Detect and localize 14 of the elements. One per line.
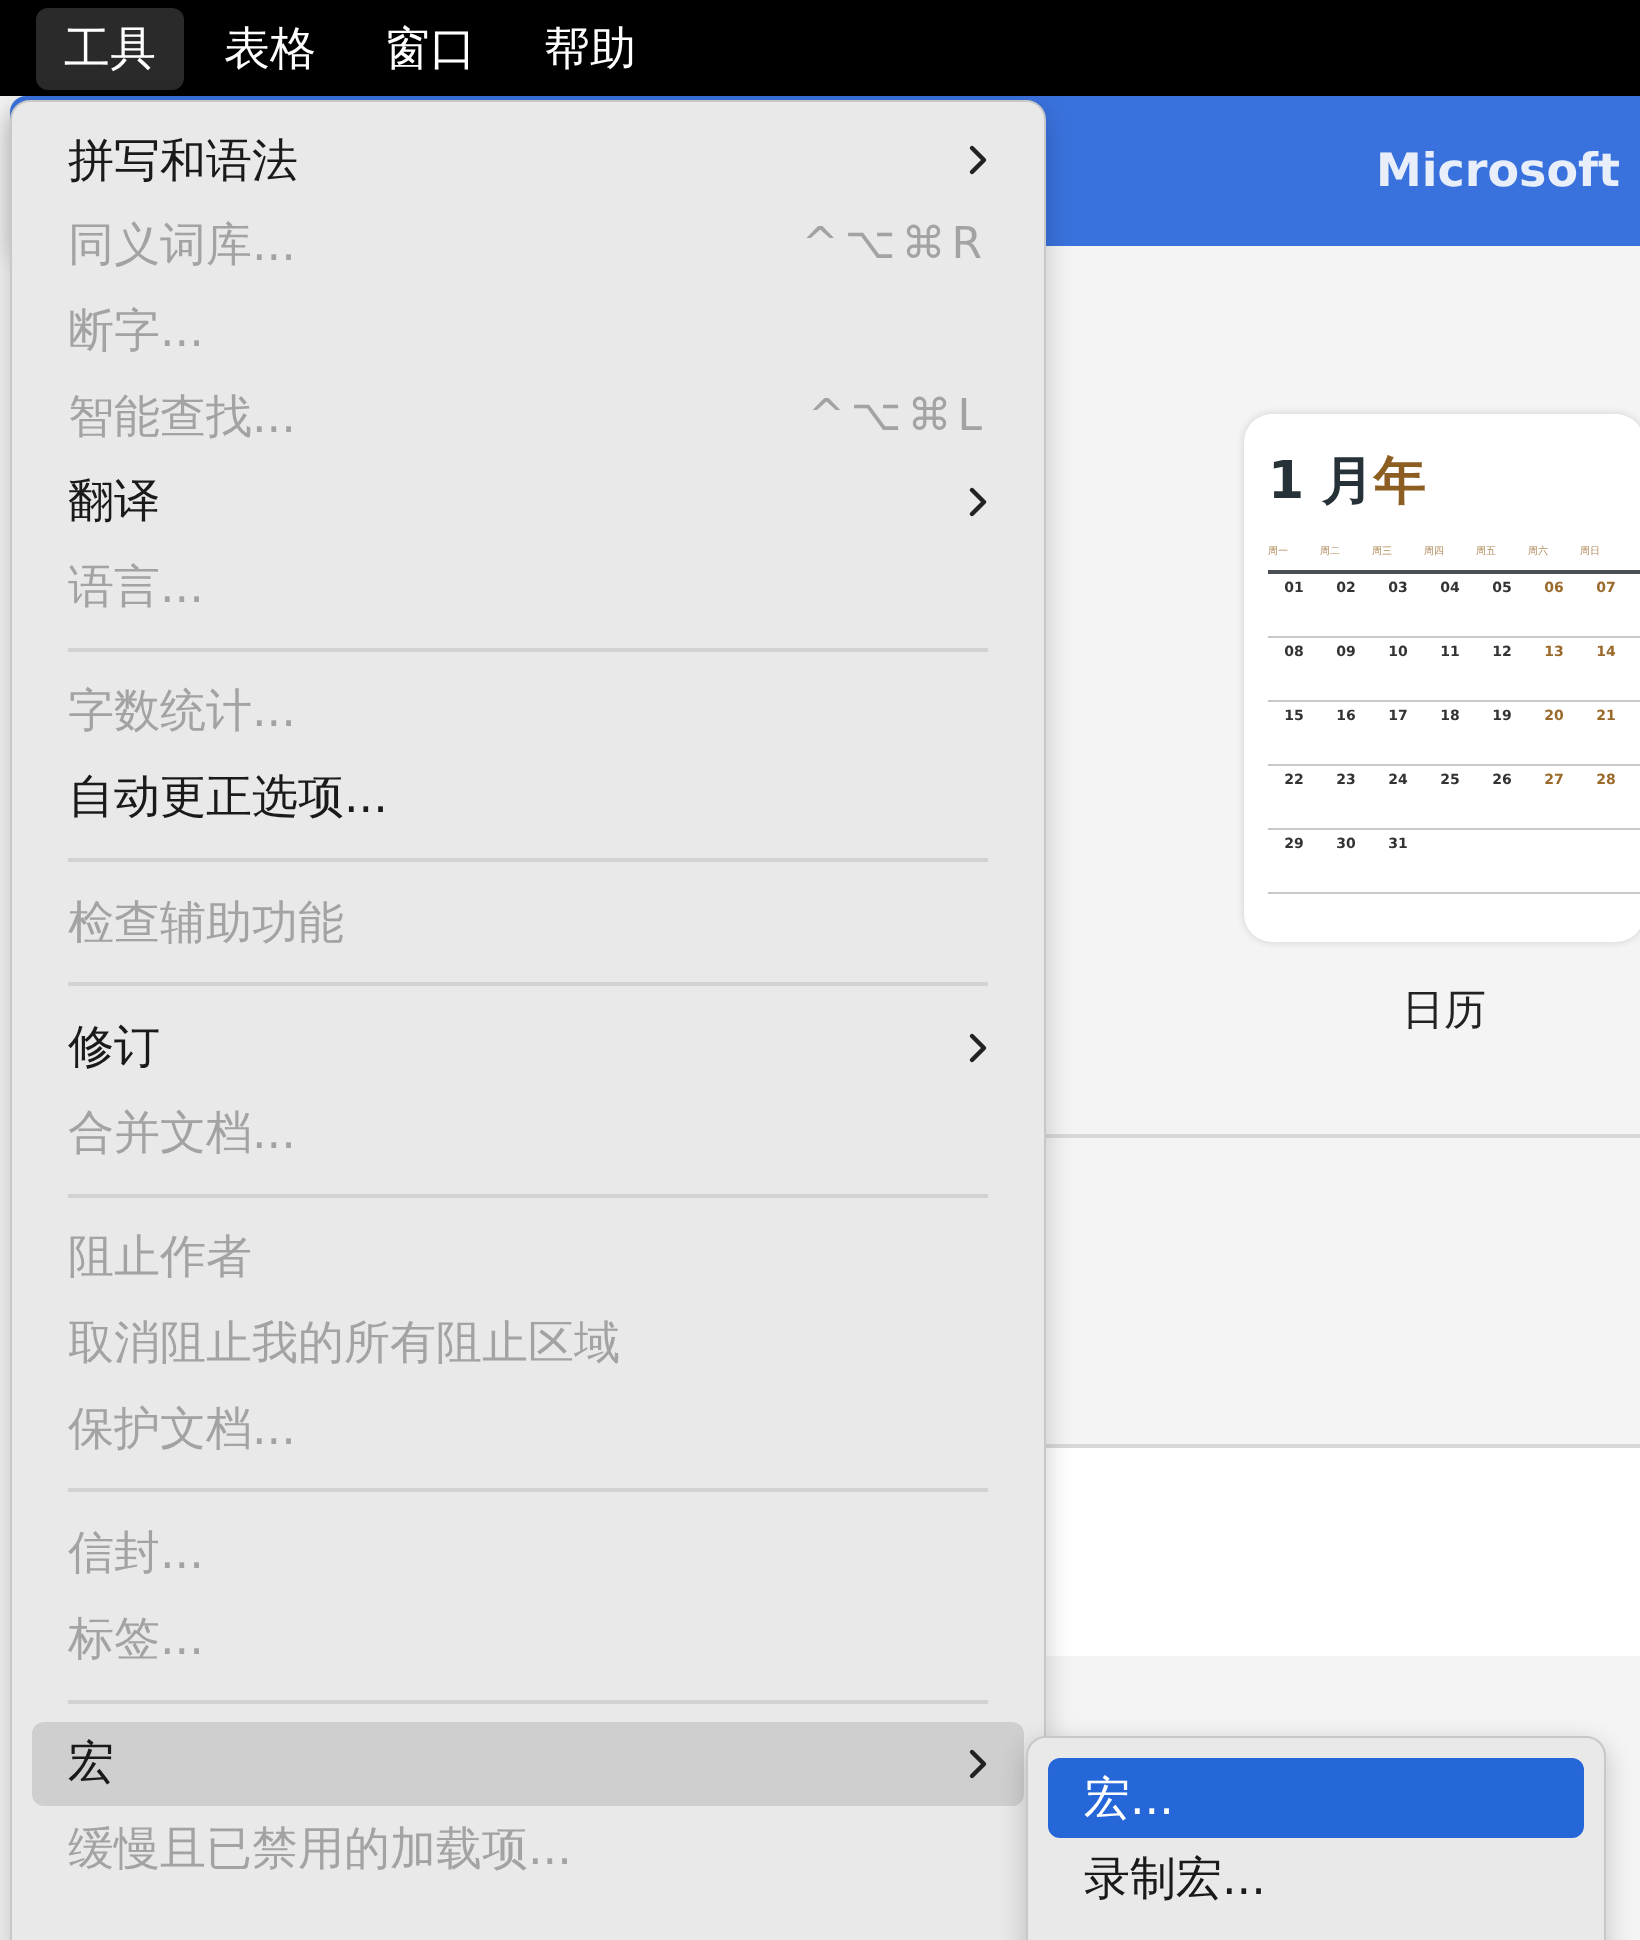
menu-bar-item[interactable]: 表格 [196,7,344,89]
menu-item[interactable]: 宏 [32,1721,1024,1807]
menu-item[interactable]: 拼写和语法 [32,118,1024,204]
menu-item[interactable]: 录制宏... [1048,1838,1584,1918]
menu-item[interactable]: 宏... [1048,1758,1584,1838]
menu-item[interactable]: 翻译 [32,458,1024,544]
menu-bar-item[interactable]: 工具 [36,7,184,89]
calendar-title: 1 月年 [1268,452,1427,512]
menu-item[interactable]: 自动更正选项... [32,754,1024,840]
window-title: Microsoft [1375,145,1620,197]
menu-item[interactable]: 修订 [32,1004,1024,1090]
template-label: 日历 [1402,984,1486,1038]
menu-bar-item[interactable]: 窗口 [356,7,504,89]
menu-bar-item[interactable]: 帮助 [516,7,664,89]
